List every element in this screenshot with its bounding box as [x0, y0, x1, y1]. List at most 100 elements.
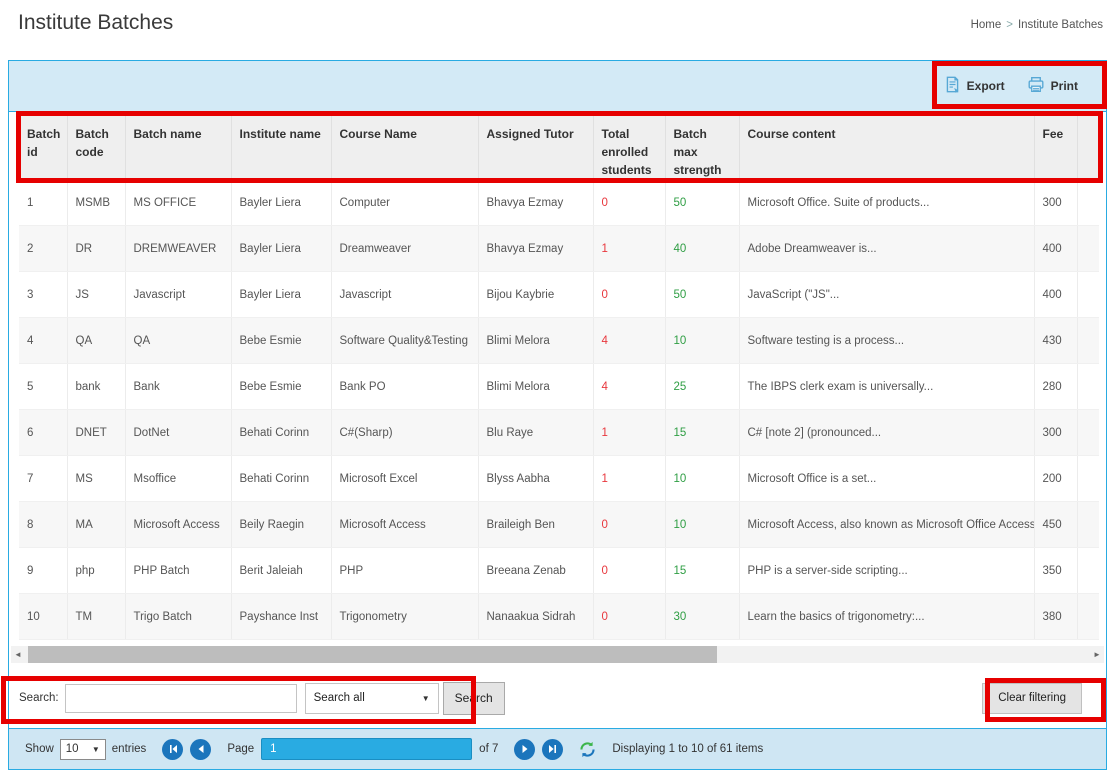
cell-fee: 400: [1034, 226, 1077, 272]
breadcrumb-current: Institute Batches: [1018, 19, 1103, 31]
cell-batch-name: Bank: [125, 364, 231, 410]
cell-course-name: Microsoft Access: [331, 502, 478, 548]
search-button[interactable]: Search: [443, 682, 505, 715]
show-label: Show: [25, 743, 54, 755]
cell-assigned-tutor: Breeana Zenab: [478, 548, 593, 594]
breadcrumb-home-link[interactable]: Home: [971, 19, 1002, 31]
table-row[interactable]: 2DRDREMWEAVERBayler LieraDreamweaverBhav…: [19, 226, 1099, 272]
table-row[interactable]: 8MAMicrosoft AccessBeily RaeginMicrosoft…: [19, 502, 1099, 548]
cell-total-enrolled-students: 0: [593, 594, 665, 640]
refresh-button[interactable]: [579, 741, 596, 758]
column-header-batch-name: Batch name: [125, 112, 231, 180]
cell-batch-max-strength: 15: [665, 548, 739, 594]
page-number-value: 1: [270, 743, 276, 755]
column-header-batch-code: Batch code: [67, 112, 125, 180]
page-number-input[interactable]: 1: [261, 738, 472, 760]
table-row[interactable]: 1MSMBMS OFFICEBayler LieraComputerBhavya…: [19, 180, 1099, 226]
cell-course-name: Computer: [331, 180, 478, 226]
column-header-course-name: Course Name: [331, 112, 478, 180]
cell-batch-id: 8: [19, 502, 67, 548]
horizontal-scroll-zone: ◄ ►: [9, 640, 1106, 668]
column-header-batch-id: Batch id: [19, 112, 67, 180]
cell-filler: [1077, 594, 1099, 640]
next-page-icon: [520, 744, 530, 754]
cell-batch-max-strength: 10: [665, 318, 739, 364]
cell-course-content: Software testing is a process...: [739, 318, 1034, 364]
select-caret-icon: ▼: [92, 745, 100, 754]
cell-course-name: Trigonometry: [331, 594, 478, 640]
cell-batch-id: 5: [19, 364, 67, 410]
cell-batch-code: TM: [67, 594, 125, 640]
printer-icon: [1027, 76, 1045, 96]
table-row[interactable]: 7MSMsofficeBehati CorinnMicrosoft ExcelB…: [19, 456, 1099, 502]
search-field-select[interactable]: Search all ▼: [305, 683, 439, 714]
cell-batch-id: 2: [19, 226, 67, 272]
table-row[interactable]: 4QAQABebe EsmieSoftware Quality&TestingB…: [19, 318, 1099, 364]
cell-total-enrolled-students: 1: [593, 226, 665, 272]
column-header-course-content: Course content: [739, 112, 1034, 180]
next-page-button[interactable]: [514, 739, 535, 760]
cell-institute-name: Behati Corinn: [231, 410, 331, 456]
cell-total-enrolled-students: 0: [593, 180, 665, 226]
column-header-fee: Fee: [1034, 112, 1077, 180]
cell-fee: 300: [1034, 410, 1077, 456]
cell-filler: [1077, 548, 1099, 594]
page-size-select[interactable]: 10 ▼: [60, 739, 106, 760]
horizontal-scrollbar-thumb[interactable]: [28, 646, 717, 663]
table-toolbar: Export Print: [9, 61, 1106, 112]
column-header-assigned-tutor: Assigned Tutor: [478, 112, 593, 180]
search-input[interactable]: [65, 684, 297, 713]
page-of-label: of 7: [479, 743, 498, 755]
scroll-right-arrow-icon[interactable]: ►: [1090, 646, 1104, 663]
cell-batch-code: MA: [67, 502, 125, 548]
cell-batch-code: DR: [67, 226, 125, 272]
cell-batch-name: Trigo Batch: [125, 594, 231, 640]
cell-assigned-tutor: Bhavya Ezmay: [478, 180, 593, 226]
cell-assigned-tutor: Braileigh Ben: [478, 502, 593, 548]
table-row[interactable]: 5bankBankBebe EsmieBank POBlimi Melora42…: [19, 364, 1099, 410]
cell-batch-code: QA: [67, 318, 125, 364]
page-header: Institute Batches Home>Institute Batches: [0, 0, 1115, 52]
cell-fee: 200: [1034, 456, 1077, 502]
batches-table: Batch idBatch codeBatch nameInstitute na…: [19, 112, 1099, 640]
scroll-left-arrow-icon[interactable]: ◄: [11, 646, 25, 663]
cell-batch-name: Microsoft Access: [125, 502, 231, 548]
print-button[interactable]: Print: [1027, 76, 1078, 96]
cell-batch-id: 7: [19, 456, 67, 502]
cell-batch-max-strength: 50: [665, 272, 739, 318]
cell-course-content: Microsoft Office. Suite of products...: [739, 180, 1034, 226]
cell-course-content: JavaScript ("JS"...: [739, 272, 1034, 318]
cell-batch-id: 1: [19, 180, 67, 226]
first-page-icon: [168, 744, 178, 754]
cell-total-enrolled-students: 0: [593, 548, 665, 594]
cell-batch-code: bank: [67, 364, 125, 410]
cell-filler: [1077, 318, 1099, 364]
cell-batch-name: QA: [125, 318, 231, 364]
column-header-batch-max-strength: Batch max strength: [665, 112, 739, 180]
export-button[interactable]: Export: [944, 76, 1005, 96]
cell-batch-max-strength: 25: [665, 364, 739, 410]
cell-institute-name: Bebe Esmie: [231, 364, 331, 410]
column-header-filler: [1077, 112, 1099, 180]
table-row[interactable]: 3JSJavascriptBayler LieraJavascriptBijou…: [19, 272, 1099, 318]
table-row[interactable]: 6DNETDotNetBehati CorinnC#(Sharp)Blu Ray…: [19, 410, 1099, 456]
table-row[interactable]: 9phpPHP BatchBerit JaleiahPHPBreeana Zen…: [19, 548, 1099, 594]
first-page-button[interactable]: [162, 739, 183, 760]
cell-batch-id: 10: [19, 594, 67, 640]
last-page-button[interactable]: [542, 739, 563, 760]
cell-assigned-tutor: Bijou Kaybrie: [478, 272, 593, 318]
cell-institute-name: Bayler Liera: [231, 272, 331, 318]
cell-course-content: The IBPS clerk exam is universally...: [739, 364, 1034, 410]
clear-filtering-button[interactable]: Clear filtering: [982, 683, 1082, 714]
search-label: Search:: [19, 692, 59, 704]
cell-assigned-tutor: Blimi Melora: [478, 318, 593, 364]
horizontal-scrollbar[interactable]: ◄ ►: [11, 646, 1104, 663]
batches-panel: Export Print Batch idBatch codeBatch nam…: [8, 60, 1107, 770]
cell-course-content: Microsoft Access, also known as Microsof…: [739, 502, 1034, 548]
search-field-selected: Search all: [314, 692, 365, 704]
cell-institute-name: Beily Raegin: [231, 502, 331, 548]
cell-total-enrolled-students: 1: [593, 410, 665, 456]
previous-page-button[interactable]: [190, 739, 211, 760]
table-row[interactable]: 10TMTrigo BatchPayshance InstTrigonometr…: [19, 594, 1099, 640]
cell-fee: 300: [1034, 180, 1077, 226]
